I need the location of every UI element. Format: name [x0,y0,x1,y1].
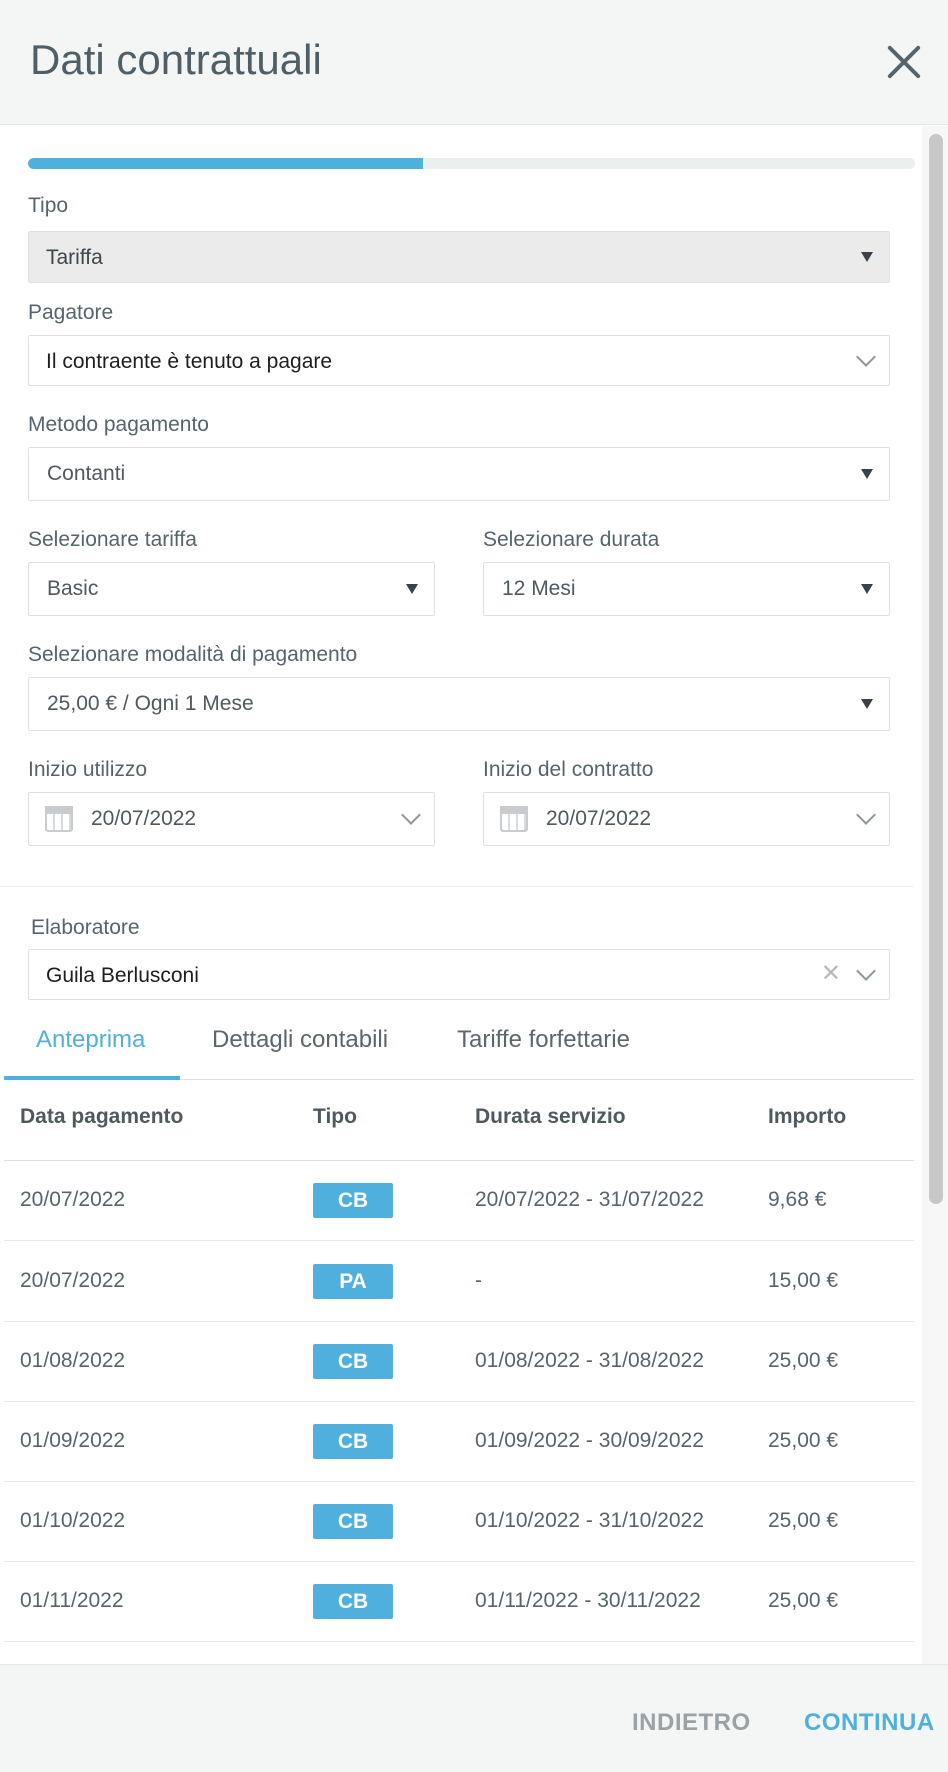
row-amount: 25,00 € [768,1429,839,1452]
pagatore-value: Il contraente è tenuto a pagare [46,350,333,373]
dialog-title: Dati contrattuali [30,36,322,83]
dialog-header: Dati contrattuali [0,0,948,125]
row-date: 01/10/2022 [20,1509,126,1532]
caret-down-icon [861,252,873,262]
column-header-durata: Durata servizio [475,1105,626,1128]
row-amount: 9,68 € [768,1188,827,1211]
tariffa-value: Basic [47,577,99,600]
close-icon[interactable] [886,44,922,80]
caret-down-icon [861,699,873,709]
back-button[interactable]: INDIETRO [632,1709,751,1737]
row-date: 01/11/2022 [20,1589,124,1612]
chevron-down-icon [856,961,876,981]
inizio-contratto-label: Inizio del contratto [483,758,654,781]
modalita-select[interactable]: 25,00 € / Ogni 1 Mese [28,677,890,731]
pagatore-label: Pagatore [28,301,114,324]
type-badge: CB [313,1183,393,1218]
type-badge: CB [313,1584,393,1619]
table-row: 01/11/2022 CB 01/11/2022 - 30/11/2022 25… [4,1562,914,1642]
caret-down-icon [406,584,418,594]
dialog-footer: INDIETRO CONTINUA [0,1664,948,1772]
row-period: - [475,1269,482,1292]
chevron-down-icon [856,347,876,367]
inizio-contratto-datepicker[interactable]: 20/07/2022 [483,792,890,846]
metodo-value: Contanti [47,462,126,485]
progress-fill [28,158,423,169]
progress-bar [28,158,915,169]
row-amount: 25,00 € [768,1509,839,1532]
row-period: 01/09/2022 - 30/09/2022 [475,1429,704,1452]
tab-tariffe-forfettarie[interactable]: Tariffe forfettarie [457,1026,630,1054]
elaboratore-select[interactable]: Guila Berlusconi ✕ [28,949,890,1000]
row-amount: 25,00 € [768,1349,839,1372]
type-badge: CB [313,1504,393,1539]
row-date: 20/07/2022 [20,1269,126,1292]
active-tab-indicator [4,1076,180,1080]
column-header-tipo: Tipo [313,1105,357,1128]
caret-down-icon [861,469,873,479]
inizio-utilizzo-datepicker[interactable]: 20/07/2022 [28,792,435,846]
section-divider [0,886,914,887]
modalita-value: 25,00 € / Ogni 1 Mese [47,692,254,715]
caret-down-icon [861,584,873,594]
row-period: 01/10/2022 - 31/10/2022 [475,1509,704,1532]
table-row: 20/07/2022 PA - 15,00 € [4,1242,914,1322]
tipo-label: Tipo [28,194,69,217]
metodo-label: Metodo pagamento [28,413,209,436]
tab-anteprima[interactable]: Anteprima [36,1026,145,1054]
table-row: 01/09/2022 CB 01/09/2022 - 30/09/2022 25… [4,1402,914,1482]
inizio-utilizzo-value: 20/07/2022 [91,807,197,830]
tariffa-label: Selezionare tariffa [28,528,197,551]
scrollbar[interactable] [922,126,948,1664]
metodo-select[interactable]: Contanti [28,447,890,501]
column-header-importo: Importo [768,1105,847,1128]
row-period: 01/11/2022 - 30/11/2022 [475,1589,701,1612]
column-header-data: Data pagamento [20,1105,184,1128]
continue-button[interactable]: CONTINUA [804,1709,935,1737]
pagatore-select[interactable]: Il contraente è tenuto a pagare [28,335,890,386]
type-badge: CB [313,1424,393,1459]
durata-value: 12 Mesi [502,577,576,600]
elaboratore-label: Elaboratore [31,916,140,939]
durata-select[interactable]: 12 Mesi [483,562,890,616]
tariffa-select[interactable]: Basic [28,562,435,616]
table-row: 01/08/2022 CB 01/08/2022 - 31/08/2022 25… [4,1322,914,1402]
table-row: 20/07/2022 CB 20/07/2022 - 31/07/2022 9,… [4,1161,914,1241]
chevron-down-icon [401,805,421,825]
row-date: 01/08/2022 [20,1349,126,1372]
inizio-contratto-value: 20/07/2022 [546,807,652,830]
row-amount: 15,00 € [768,1269,839,1292]
tab-dettagli-contabili[interactable]: Dettagli contabili [212,1026,388,1054]
table-row: 01/10/2022 CB 01/10/2022 - 31/10/2022 25… [4,1482,914,1562]
tab-bar: Anteprima Dettagli contabili Tariffe for… [4,1012,914,1080]
clear-icon[interactable]: ✕ [821,962,841,986]
elaboratore-value: Guila Berlusconi [46,964,199,987]
scrollbar-thumb[interactable] [929,134,943,1204]
tipo-select[interactable]: Tariffa [28,231,890,283]
tipo-value: Tariffa [46,246,103,269]
row-period: 20/07/2022 - 31/07/2022 [475,1188,704,1211]
durata-label: Selezionare durata [483,528,660,551]
type-badge: PA [313,1264,393,1299]
type-badge: CB [313,1344,393,1379]
inizio-utilizzo-label: Inizio utilizzo [28,758,148,781]
row-amount: 25,00 € [768,1589,839,1612]
row-date: 20/07/2022 [20,1188,126,1211]
calendar-icon [500,806,528,832]
chevron-down-icon [856,805,876,825]
modalita-label: Selezionare modalità di pagamento [28,643,358,666]
row-date: 01/09/2022 [20,1429,126,1452]
calendar-icon [45,806,73,832]
row-period: 01/08/2022 - 31/08/2022 [475,1349,704,1372]
